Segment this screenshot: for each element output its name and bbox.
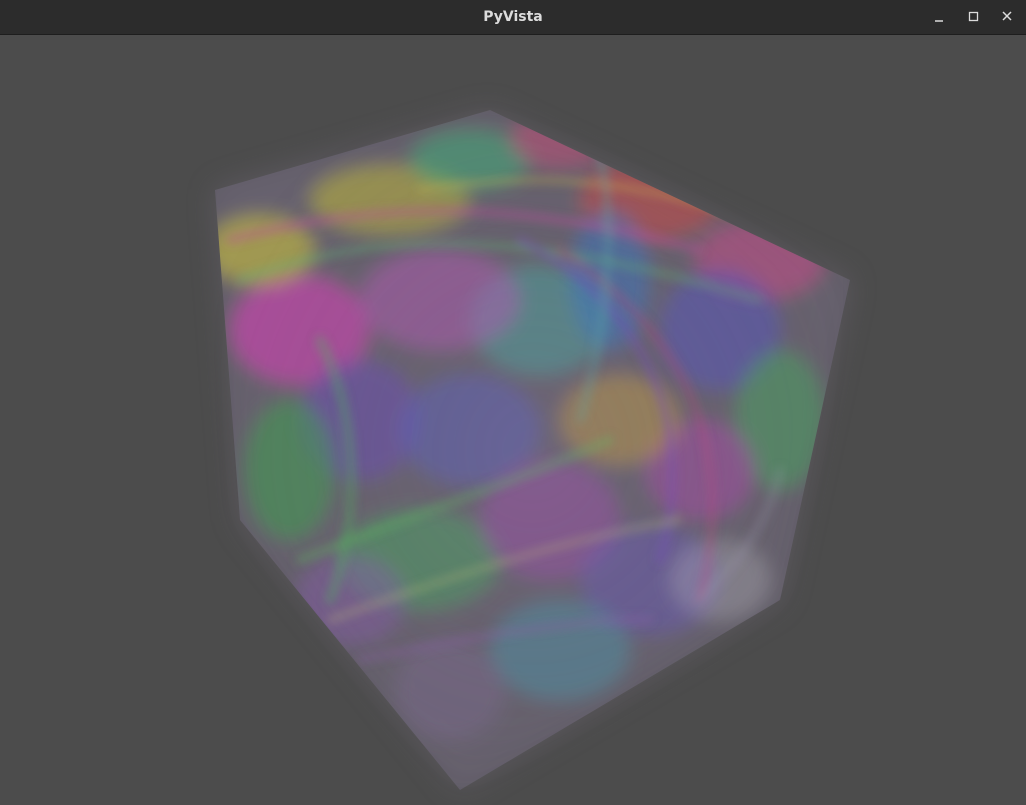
minimize-icon [935, 20, 943, 22]
volume-render-cube [215, 110, 850, 790]
cube-glow [215, 110, 850, 790]
window-title: PyVista [483, 9, 543, 25]
close-icon [1002, 11, 1012, 21]
render-viewport[interactable] [0, 35, 1026, 805]
title-bar[interactable]: PyVista [0, 0, 1026, 35]
pyvista-window: PyVista [0, 0, 1026, 805]
maximize-button[interactable] [961, 6, 985, 28]
minimize-button[interactable] [927, 6, 951, 28]
maximize-icon [968, 11, 979, 22]
close-button[interactable] [995, 6, 1019, 28]
